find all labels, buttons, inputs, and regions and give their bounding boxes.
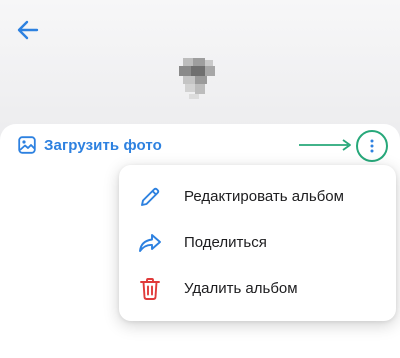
more-options-button[interactable] (356, 130, 388, 162)
menu-item-label: Удалить альбом (184, 279, 298, 297)
arrow-left-icon (17, 20, 39, 40)
annotation-arrow (299, 139, 351, 151)
menu-item-edit-album[interactable]: Редактировать альбом (119, 173, 396, 219)
menu-item-share[interactable]: Поделиться (119, 219, 396, 265)
album-options-menu: Редактировать альбом Поделиться Удалить … (119, 165, 396, 321)
pencil-icon (137, 184, 163, 210)
back-button[interactable] (14, 16, 42, 44)
upload-photo-button[interactable]: Загрузить фото (18, 134, 162, 156)
trash-icon (137, 276, 163, 302)
upload-photo-label: Загрузить фото (44, 136, 162, 154)
menu-item-label: Редактировать альбом (184, 187, 344, 205)
share-icon (137, 230, 163, 256)
vertical-dots-icon (370, 139, 374, 153)
menu-item-delete-album[interactable]: Удалить альбом (119, 265, 396, 311)
image-icon (18, 136, 36, 154)
avatar (177, 56, 217, 100)
menu-item-label: Поделиться (184, 233, 267, 251)
